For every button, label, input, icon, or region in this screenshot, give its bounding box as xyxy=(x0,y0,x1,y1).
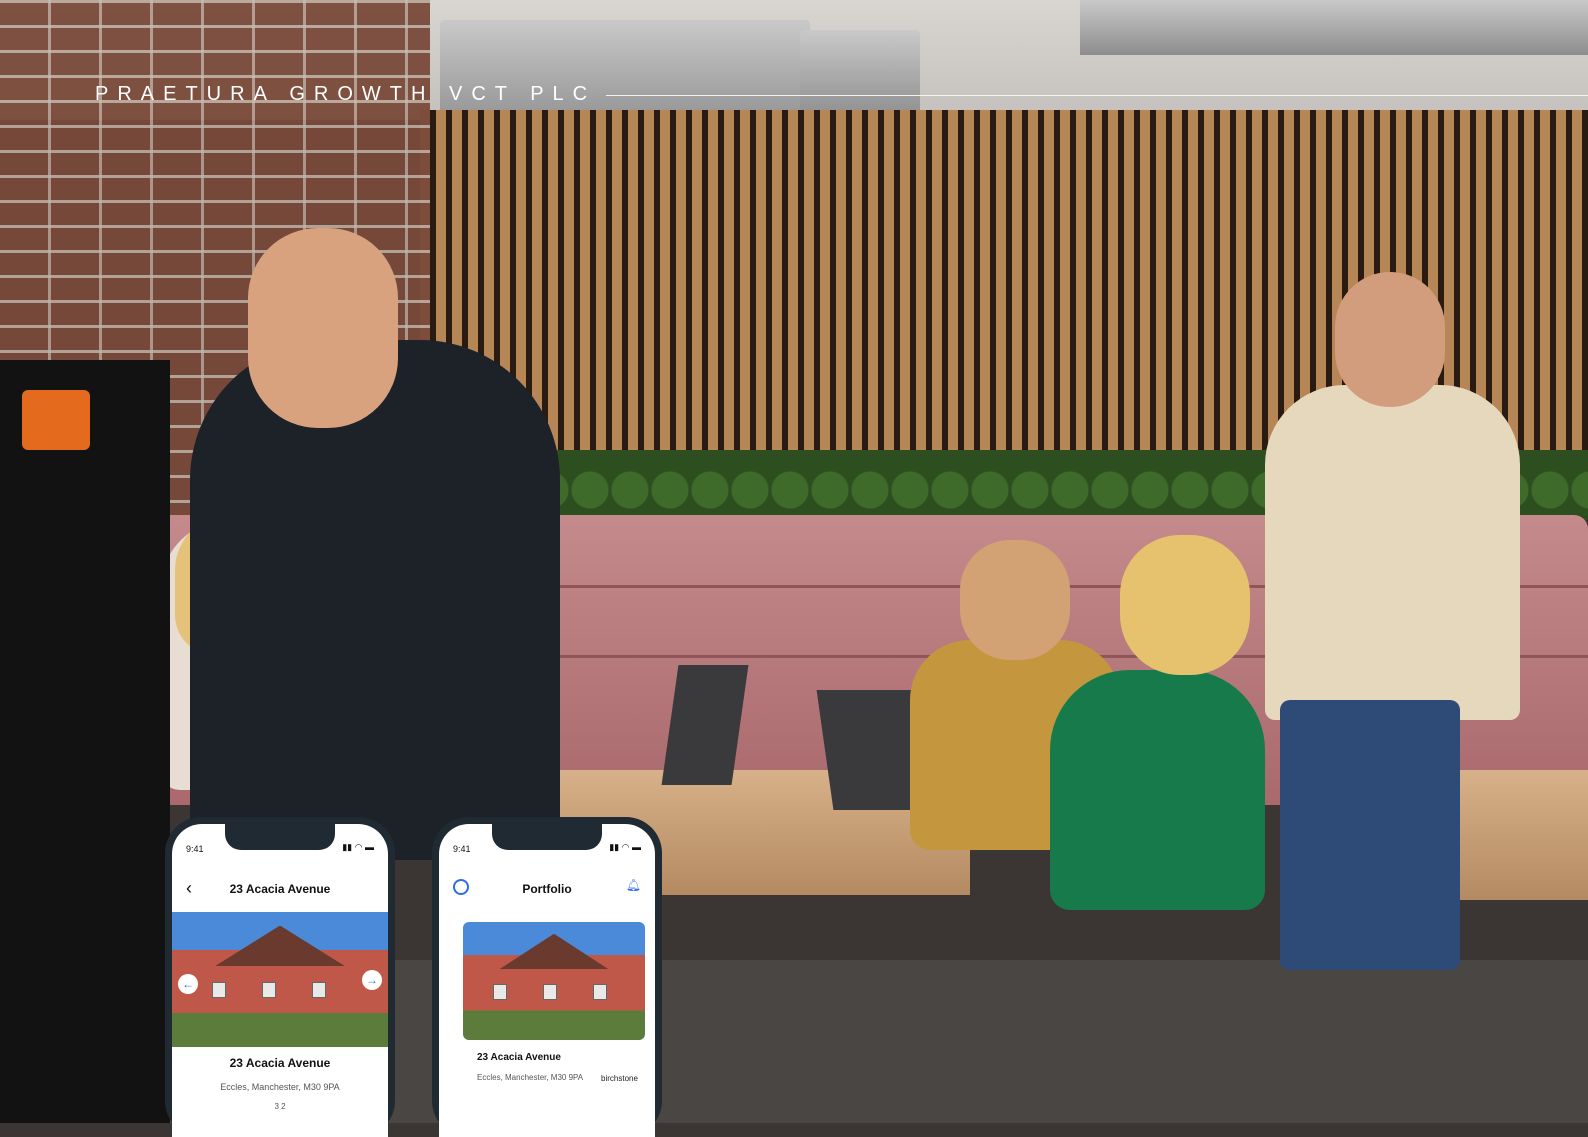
status-time: 9:41 xyxy=(453,844,471,854)
person-jeans xyxy=(1280,700,1460,970)
header-rule xyxy=(606,95,1588,96)
person-head xyxy=(1335,272,1445,407)
property-address: Eccles, Manchester, M30 9PA xyxy=(477,1073,584,1082)
property-title: 23 Acacia Avenue xyxy=(477,1052,561,1063)
next-photo-button[interactable]: → xyxy=(362,970,382,990)
house-window xyxy=(262,982,276,998)
partner-logo: birchstone xyxy=(601,1074,638,1083)
bed-bath-count: 3 2 xyxy=(274,1102,286,1111)
property-photo xyxy=(463,922,645,1040)
phone-screen: 9:41 ▮▮ ◠ ▬ ‹ 23 Acacia Avenue ← → 23 Ac… xyxy=(172,824,388,1137)
person-green-sweater xyxy=(1050,670,1265,910)
person-standing xyxy=(1265,385,1520,720)
property-address: Eccles, Manchester, M30 9PA xyxy=(220,1082,340,1092)
arcade-marquee xyxy=(22,390,90,450)
company-title: PRAETURA GROWTH VCT PLC xyxy=(95,83,597,105)
phone-screen: 9:41 ▮▮ ◠ ▬ Portfolio 🔔︎ 23 Acacia Avenu… xyxy=(439,824,655,1137)
property-photo xyxy=(172,912,388,1047)
house-roof xyxy=(499,933,609,970)
air-duct xyxy=(800,30,920,120)
property-title: 23 Acacia Avenue xyxy=(229,1056,331,1070)
person-head xyxy=(248,228,398,428)
phone-property-detail: 9:41 ▮▮ ◠ ▬ ‹ 23 Acacia Avenue ← → 23 Ac… xyxy=(165,817,395,1137)
prev-photo-button[interactable]: ← xyxy=(178,974,198,994)
person-hoodie xyxy=(190,340,560,860)
person-head xyxy=(1120,535,1250,675)
signal-wifi-battery-icon: ▮▮ ◠ ▬ xyxy=(609,842,641,852)
signal-wifi-battery-icon: ▮▮ ◠ ▬ xyxy=(342,842,374,852)
phone-portfolio: 9:41 ▮▮ ◠ ▬ Portfolio 🔔︎ 23 Acacia Avenu… xyxy=(432,817,662,1137)
nav-title: Portfolio xyxy=(522,882,572,896)
house-window xyxy=(543,984,557,1000)
status-time: 9:41 xyxy=(186,844,204,854)
house-window xyxy=(312,982,326,998)
nav-title: 23 Acacia Avenue xyxy=(229,882,331,896)
house-window xyxy=(493,984,507,1000)
air-duct xyxy=(1080,0,1588,55)
house-window xyxy=(593,984,607,1000)
person-head xyxy=(960,540,1070,660)
phone-notch xyxy=(492,824,602,850)
house-window xyxy=(212,982,226,998)
phone-notch xyxy=(225,824,335,850)
arcade-cabinet xyxy=(0,360,170,1123)
house-roof xyxy=(215,925,345,966)
bell-icon[interactable]: 🔔︎ xyxy=(626,878,641,892)
